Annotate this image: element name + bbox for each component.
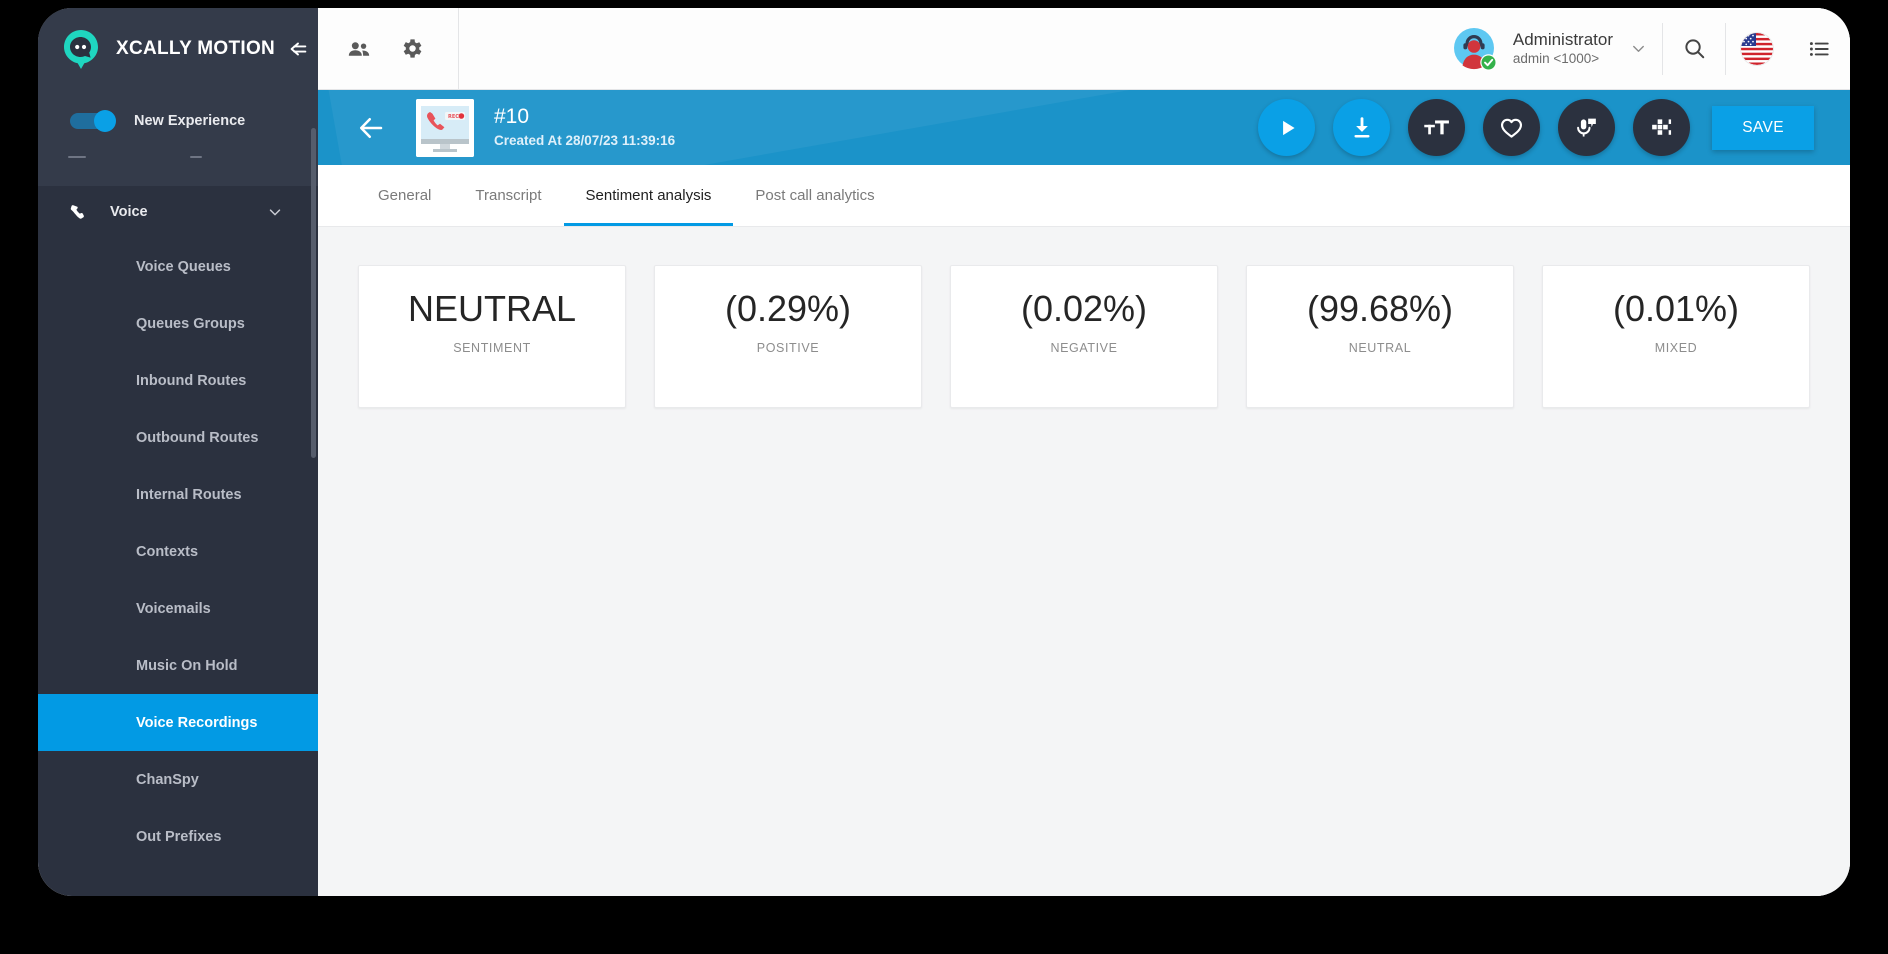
- sentiment-card-row: NEUTRAL SENTIMENT (0.29%) POSITIVE (0.02…: [358, 265, 1810, 408]
- sentiment-card-negative: (0.02%) NEGATIVE: [950, 265, 1218, 408]
- card-value: (0.01%): [1612, 288, 1740, 329]
- record-actions: [1258, 99, 1691, 156]
- record-header: REC #10 Created At 28/07/23 11:39:16 SAV…: [318, 90, 1850, 165]
- save-button[interactable]: SAVE: [1712, 105, 1814, 150]
- chevron-down-icon: [266, 203, 284, 221]
- sidebar-item-label: Internal Routes: [136, 486, 242, 503]
- card-label: NEUTRAL: [1348, 341, 1412, 356]
- tab-label: Post call analytics: [755, 187, 875, 204]
- microphone-comment-icon[interactable]: [1558, 99, 1616, 156]
- back-arrow-icon[interactable]: [354, 111, 388, 145]
- sidebar-item-chanspy[interactable]: ChanSpy: [38, 751, 318, 808]
- app-window: XCALLY MOTION New Experience Voice Voice…: [38, 8, 1850, 896]
- tab-label: Sentiment analysis: [585, 187, 712, 204]
- search-icon[interactable]: [1663, 8, 1725, 90]
- sidebar-item-label: Outbound Routes: [136, 429, 259, 446]
- heart-icon[interactable]: [1483, 99, 1541, 156]
- text-size-icon[interactable]: [1408, 99, 1466, 156]
- card-value: (0.02%): [1020, 288, 1148, 329]
- record-meta: #10 Created At 28/07/23 11:39:16: [494, 104, 675, 151]
- sentiment-card-overall: NEUTRAL SENTIMENT: [358, 265, 626, 408]
- sidebar-item-label: Queues Groups: [136, 315, 245, 332]
- tab-label: General: [378, 187, 432, 204]
- svg-text:REC: REC: [448, 114, 459, 120]
- sidebar-scrollbar-thumb[interactable]: [311, 128, 316, 458]
- user-name: Administrator: [1512, 30, 1613, 50]
- collapse-left-icon[interactable]: [287, 38, 309, 60]
- sidebar-menu: Voice Voice Queues Queues Groups Inbound…: [38, 186, 318, 865]
- card-label: NEGATIVE: [1050, 341, 1118, 356]
- tab-post-call-analytics[interactable]: Post call analytics: [733, 165, 896, 226]
- user-login: admin <1000>: [1512, 51, 1600, 67]
- xcally-chat-logo-icon: [60, 28, 102, 70]
- brand-title: XCALLY MOTION: [116, 38, 276, 59]
- card-value: (99.68%): [1306, 288, 1454, 329]
- list-icon[interactable]: [1788, 8, 1850, 90]
- sidebar-item-internal-routes[interactable]: Internal Routes: [38, 466, 318, 523]
- sidebar-item-voice-recordings[interactable]: Voice Recordings: [38, 694, 318, 751]
- sidebar-item-label: Contexts: [136, 543, 199, 560]
- tab-bar: General Transcript Sentiment analysis Po…: [318, 165, 1850, 227]
- card-label: MIXED: [1654, 341, 1698, 356]
- top-bar-divider: [458, 8, 459, 90]
- new-experience-label: New Experience: [134, 113, 246, 129]
- placeholder-dash: [190, 156, 202, 158]
- created-at-text: Created At 28/07/23 11:39:16: [494, 132, 676, 148]
- language-selector[interactable]: [1726, 8, 1788, 90]
- sidebar-item-voice-queues[interactable]: Voice Queues: [38, 238, 318, 295]
- user-names: Administrator admin <1000>: [1513, 29, 1613, 68]
- card-value: (0.29%): [724, 288, 852, 329]
- sidebar-item-label: Out Prefixes: [136, 828, 222, 845]
- avatar: [1451, 25, 1499, 73]
- sentiment-analysis-panel: NEUTRAL SENTIMENT (0.29%) POSITIVE (0.02…: [318, 227, 1850, 896]
- play-button[interactable]: [1258, 99, 1316, 156]
- call-recording-thumbnail-icon: REC: [416, 98, 474, 157]
- gear-icon[interactable]: [388, 26, 434, 72]
- sidebar-item-label: Voicemails: [136, 600, 211, 617]
- chevron-down-icon[interactable]: [1629, 39, 1648, 58]
- sidebar-item-label: Voice Queues: [136, 258, 231, 275]
- user-menu[interactable]: Administrator admin <1000>: [1441, 8, 1662, 90]
- sidebar-item-outbound-routes[interactable]: Outbound Routes: [38, 409, 318, 466]
- card-label: POSITIVE: [756, 341, 820, 356]
- new-experience-row[interactable]: New Experience: [38, 90, 318, 152]
- sidebar: XCALLY MOTION New Experience Voice Voice…: [38, 8, 318, 896]
- tab-sentiment-analysis[interactable]: Sentiment analysis: [563, 165, 734, 226]
- blocks-icon[interactable]: [1633, 99, 1691, 156]
- card-value: NEUTRAL: [407, 288, 577, 329]
- sentiment-card-positive: (0.29%) POSITIVE: [654, 265, 922, 408]
- sentiment-card-mixed: (0.01%) MIXED: [1542, 265, 1810, 408]
- sidebar-item-queues-groups[interactable]: Queues Groups: [38, 295, 318, 352]
- us-flag-icon: [1741, 32, 1773, 65]
- tab-label: Transcript: [475, 187, 542, 204]
- sidebar-item-out-prefixes[interactable]: Out Prefixes: [38, 808, 318, 865]
- new-experience-toggle[interactable]: [70, 110, 118, 132]
- sentiment-card-neutral: (99.68%) NEUTRAL: [1246, 265, 1514, 408]
- sidebar-item-label: Inbound Routes: [136, 372, 247, 389]
- sidebar-item-contexts[interactable]: Contexts: [38, 523, 318, 580]
- main-area: Administrator admin <1000> REC #10 Creat…: [318, 8, 1850, 896]
- sidebar-item-label: Voice Recordings: [136, 714, 258, 731]
- sidebar-item-music-on-hold[interactable]: Music On Hold: [38, 637, 318, 694]
- brand-header: XCALLY MOTION: [38, 8, 318, 90]
- sidebar-group-voice[interactable]: Voice: [38, 186, 318, 238]
- sidebar-group-label: Voice: [110, 204, 148, 220]
- top-bar: Administrator admin <1000>: [318, 8, 1850, 90]
- placeholder-dash: [68, 156, 86, 158]
- card-label: SENTIMENT: [453, 341, 531, 356]
- sidebar-item-label: ChanSpy: [136, 771, 199, 788]
- users-icon[interactable]: [336, 26, 382, 72]
- tab-transcript[interactable]: Transcript: [453, 165, 563, 226]
- top-bar-left-icons: [318, 26, 434, 72]
- tab-general[interactable]: General: [356, 165, 453, 226]
- window-frame: XCALLY MOTION New Experience Voice Voice…: [0, 0, 1888, 954]
- sidebar-item-voicemails[interactable]: Voicemails: [38, 580, 318, 637]
- sidebar-scrolled-row: [38, 152, 318, 186]
- sidebar-item-label: Music On Hold: [136, 657, 238, 674]
- page-title: #10: [494, 105, 530, 129]
- download-button[interactable]: [1333, 99, 1391, 156]
- toggle-knob: [94, 110, 116, 132]
- phone-icon: [68, 203, 94, 222]
- sidebar-item-inbound-routes[interactable]: Inbound Routes: [38, 352, 318, 409]
